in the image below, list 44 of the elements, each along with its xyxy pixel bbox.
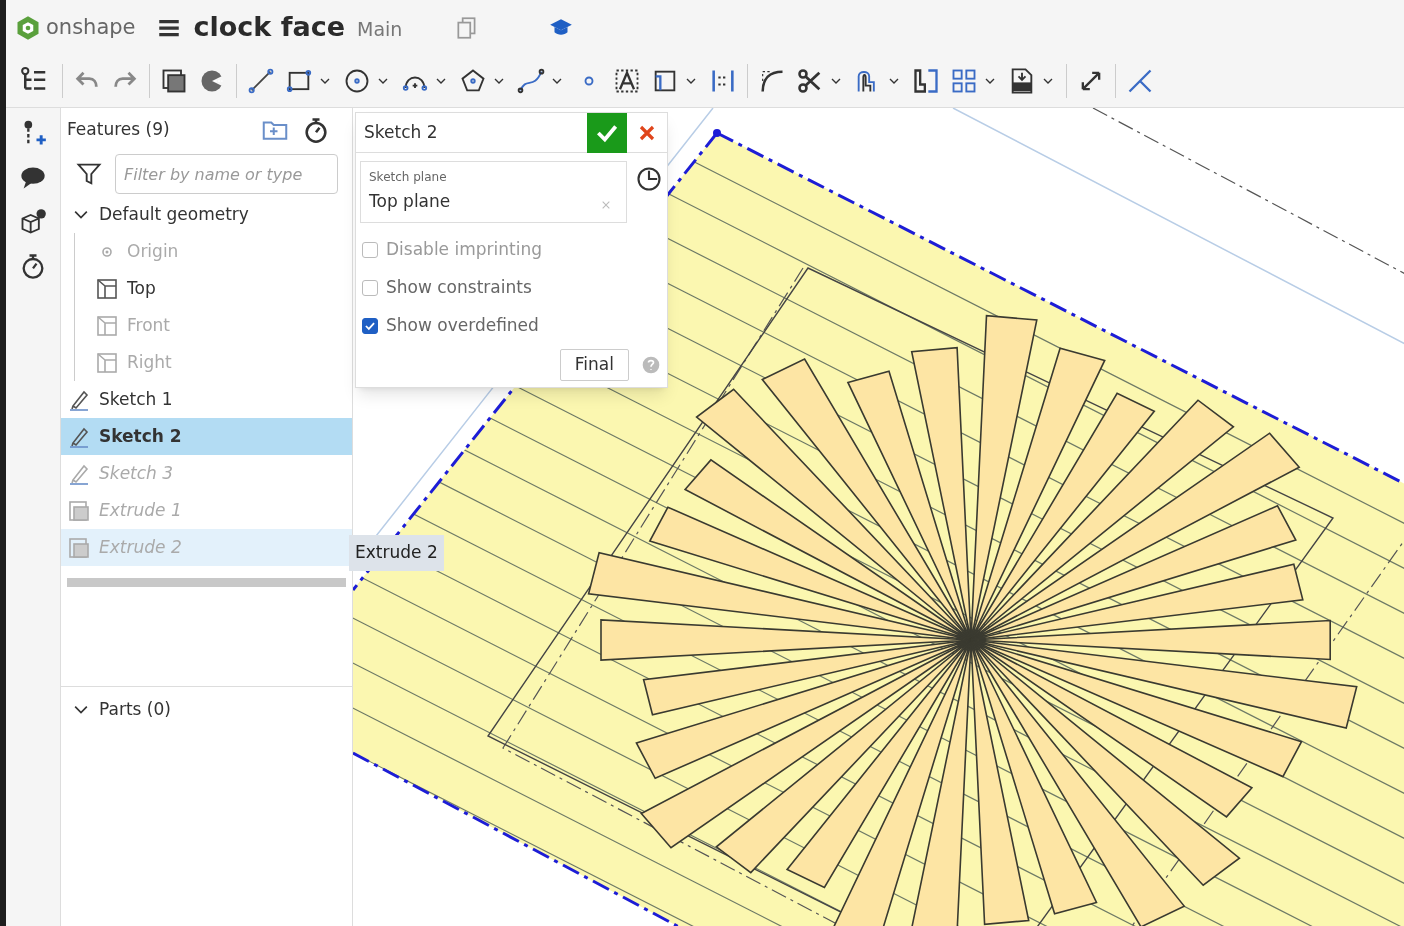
circle-icon xyxy=(343,67,371,95)
document-title: clock face xyxy=(193,10,345,45)
tree-item[interactable]: Default geometry xyxy=(61,196,352,233)
parts-title[interactable]: Parts (0) xyxy=(99,697,171,723)
fillet-icon xyxy=(758,67,786,95)
checkbox-label: Disable imprinting xyxy=(386,238,542,262)
spline-icon xyxy=(517,67,545,95)
checkbox-label[interactable]: Show constraints xyxy=(386,275,532,301)
line-icon xyxy=(247,67,275,95)
logo-text: onshape xyxy=(46,13,136,41)
plane-icon xyxy=(95,276,119,301)
feature-item[interactable]: Sketch 1 xyxy=(61,381,352,418)
rectangle-icon xyxy=(285,67,313,95)
tree-item[interactable]: Top xyxy=(75,270,352,307)
accept-button[interactable] xyxy=(587,112,627,153)
pattern-icon xyxy=(950,67,978,95)
checkbox[interactable] xyxy=(362,280,378,296)
field-label: Sketch plane xyxy=(369,169,448,186)
line-tool-button[interactable] xyxy=(247,67,275,95)
construction-tool-button[interactable] xyxy=(1126,67,1154,95)
plane-icon xyxy=(95,350,119,375)
cube-icon[interactable] xyxy=(19,208,47,236)
extrude-icon xyxy=(67,498,91,523)
tooltip: Extrude 2 xyxy=(349,535,444,571)
feature-item[interactable]: Sketch 2 xyxy=(61,418,352,455)
final-button[interactable]: Final xyxy=(559,349,629,381)
panel-title: Features (9) xyxy=(67,118,171,142)
extrude-tool-button[interactable] xyxy=(160,67,188,95)
text-tool-button[interactable] xyxy=(613,67,641,95)
branch-name: Main xyxy=(357,17,403,43)
text-icon xyxy=(613,67,641,95)
checkbox-label[interactable]: Show overdefined xyxy=(386,313,539,339)
fillet-tool-button[interactable] xyxy=(758,67,786,95)
clock-icon[interactable] xyxy=(635,165,663,193)
checkbox[interactable] xyxy=(362,318,378,334)
sketch-plane-field[interactable]: Sketch plane Top plane xyxy=(360,161,627,223)
extrude-icon xyxy=(67,535,91,560)
plane-icon xyxy=(95,313,119,338)
extrude-icon xyxy=(160,67,188,95)
field-value: Top plane xyxy=(369,190,451,213)
construction-icon xyxy=(1126,67,1154,95)
dialog-title: Sketch 2 xyxy=(363,120,439,144)
filter-field[interactable]: Filter by name or type xyxy=(115,154,338,194)
stopwatch-icon[interactable] xyxy=(302,116,330,144)
